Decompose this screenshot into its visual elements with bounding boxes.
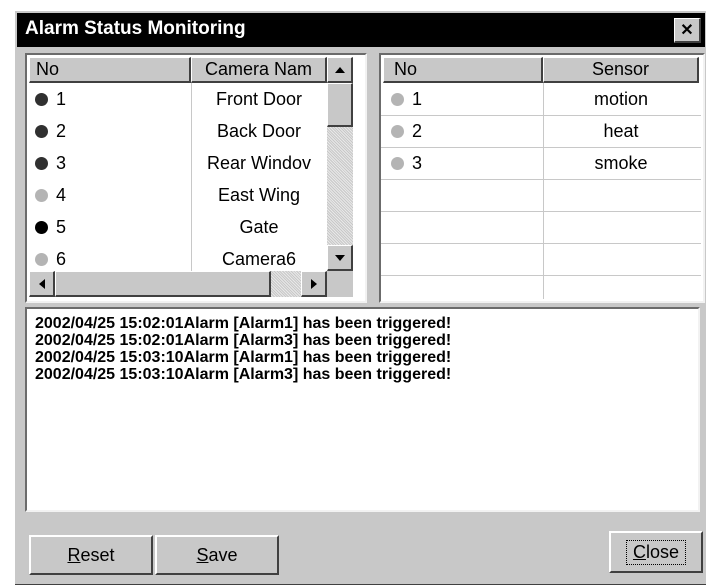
camera-number: 6 xyxy=(56,248,67,269)
sensor-row[interactable]: 1 motion xyxy=(381,83,703,115)
camera-row[interactable]: 5 Gate xyxy=(27,211,365,243)
status-dot-icon xyxy=(391,124,404,138)
arrow-down-icon xyxy=(334,254,345,261)
camera-header-name[interactable]: Camera Nam xyxy=(191,57,327,83)
row-divider xyxy=(381,211,701,212)
sensor-number: 3 xyxy=(412,152,423,173)
sensor-name: heat xyxy=(603,120,639,141)
camera-name: Gate xyxy=(239,216,279,237)
alarm-log[interactable]: 2002/04/25 15:02:01Alarm [Alarm1] has be… xyxy=(25,307,700,512)
vertical-scroll-thumb[interactable] xyxy=(327,83,353,127)
scroll-up-button[interactable] xyxy=(327,57,353,83)
sensor-header-name[interactable]: Sensor xyxy=(543,57,699,83)
scroll-right-button[interactable] xyxy=(301,271,327,297)
camera-row[interactable]: 4 East Wing xyxy=(27,179,365,211)
camera-name: Back Door xyxy=(216,120,302,141)
close-icon: ✕ xyxy=(680,22,694,39)
sensor-number: 2 xyxy=(412,120,423,141)
camera-header-no[interactable]: No xyxy=(29,57,191,83)
camera-row[interactable]: 1 Front Door xyxy=(27,83,365,115)
scroll-corner xyxy=(327,271,353,297)
sensor-header-name-label: Sensor xyxy=(591,59,650,79)
reset-button[interactable]: Reset xyxy=(29,535,153,575)
log-entry: 2002/04/25 15:03:10Alarm [Alarm3] has be… xyxy=(35,366,452,383)
log-lines: 2002/04/25 15:02:01Alarm [Alarm1] has be… xyxy=(35,315,690,383)
scroll-down-button[interactable] xyxy=(327,245,353,271)
camera-number-cell: 4 xyxy=(35,179,66,211)
camera-number: 3 xyxy=(56,152,67,173)
sensor-row[interactable]: 2 heat xyxy=(381,115,703,147)
camera-name: East Wing xyxy=(217,184,301,205)
sensor-number: 1 xyxy=(412,88,423,109)
status-dot-icon xyxy=(35,124,48,138)
sensor-number-cell: 2 xyxy=(391,115,422,147)
camera-header-no-label: No xyxy=(36,59,60,79)
camera-number: 2 xyxy=(56,120,67,141)
camera-name: Front Door xyxy=(215,88,303,109)
window-title: Alarm Status Monitoring xyxy=(25,18,246,39)
row-divider xyxy=(381,243,701,244)
camera-number: 5 xyxy=(56,216,67,237)
sensor-number-cell: 1 xyxy=(391,83,422,115)
camera-number: 4 xyxy=(56,184,67,205)
status-dot-icon xyxy=(35,156,48,170)
sensor-header-no[interactable]: No xyxy=(383,57,543,83)
close-window-button[interactable]: ✕ xyxy=(674,18,701,43)
camera-row[interactable]: 3 Rear Windov xyxy=(27,147,365,179)
close-button[interactable]: Close xyxy=(609,531,703,573)
sensor-header-no-label: No xyxy=(394,59,418,79)
status-dot-icon xyxy=(35,252,48,266)
camera-header-name-label: Camera Nam xyxy=(204,59,313,79)
camera-number-cell: 3 xyxy=(35,147,66,179)
horizontal-scroll-thumb[interactable] xyxy=(55,271,271,297)
status-dot-icon xyxy=(391,92,404,106)
camera-list[interactable]: No Camera Nam 1 Front Door 2 Back Door 3 Rear… xyxy=(25,53,367,303)
sensor-row[interactable]: 3 smoke xyxy=(381,147,703,179)
camera-row[interactable]: 2 Back Door xyxy=(27,115,365,147)
title-bar[interactable]: Alarm Status Monitoring ✕ xyxy=(17,13,705,47)
sensor-list[interactable]: No Sensor 1 motion 2 heat 3 smoke xyxy=(379,53,705,303)
row-divider xyxy=(381,275,701,276)
log-entry: 2002/04/25 15:02:01Alarm [Alarm3] has be… xyxy=(35,332,452,349)
camera-number-cell: 1 xyxy=(35,83,66,115)
status-dot-icon xyxy=(35,92,48,106)
scroll-left-button[interactable] xyxy=(29,271,55,297)
camera-name: Rear Windov xyxy=(206,152,312,173)
save-button-label: Save xyxy=(196,544,238,565)
sensor-name: motion xyxy=(593,88,649,109)
row-divider xyxy=(381,179,701,180)
horizontal-scroll-track[interactable] xyxy=(271,271,301,297)
camera-number-cell: 5 xyxy=(35,211,66,243)
alarm-status-window: Alarm Status Monitoring ✕ No Camera Nam … xyxy=(14,10,706,586)
camera-number-cell: 2 xyxy=(35,115,66,147)
close-button-label: Close xyxy=(625,539,687,565)
status-dot-icon xyxy=(35,220,48,234)
reset-button-label: Reset xyxy=(67,544,115,565)
sensor-name: smoke xyxy=(594,152,648,173)
camera-number: 1 xyxy=(56,88,67,109)
status-dot-icon xyxy=(391,156,404,170)
sensor-number-cell: 3 xyxy=(391,147,422,179)
arrow-right-icon xyxy=(310,278,317,289)
arrow-up-icon xyxy=(334,66,345,73)
log-entry: 2002/04/25 15:03:10Alarm [Alarm1] has be… xyxy=(35,349,452,366)
arrow-left-icon xyxy=(38,278,45,289)
log-entry: 2002/04/25 15:02:01Alarm [Alarm1] has be… xyxy=(35,315,452,332)
status-dot-icon xyxy=(35,188,48,202)
save-button[interactable]: Save xyxy=(155,535,279,575)
